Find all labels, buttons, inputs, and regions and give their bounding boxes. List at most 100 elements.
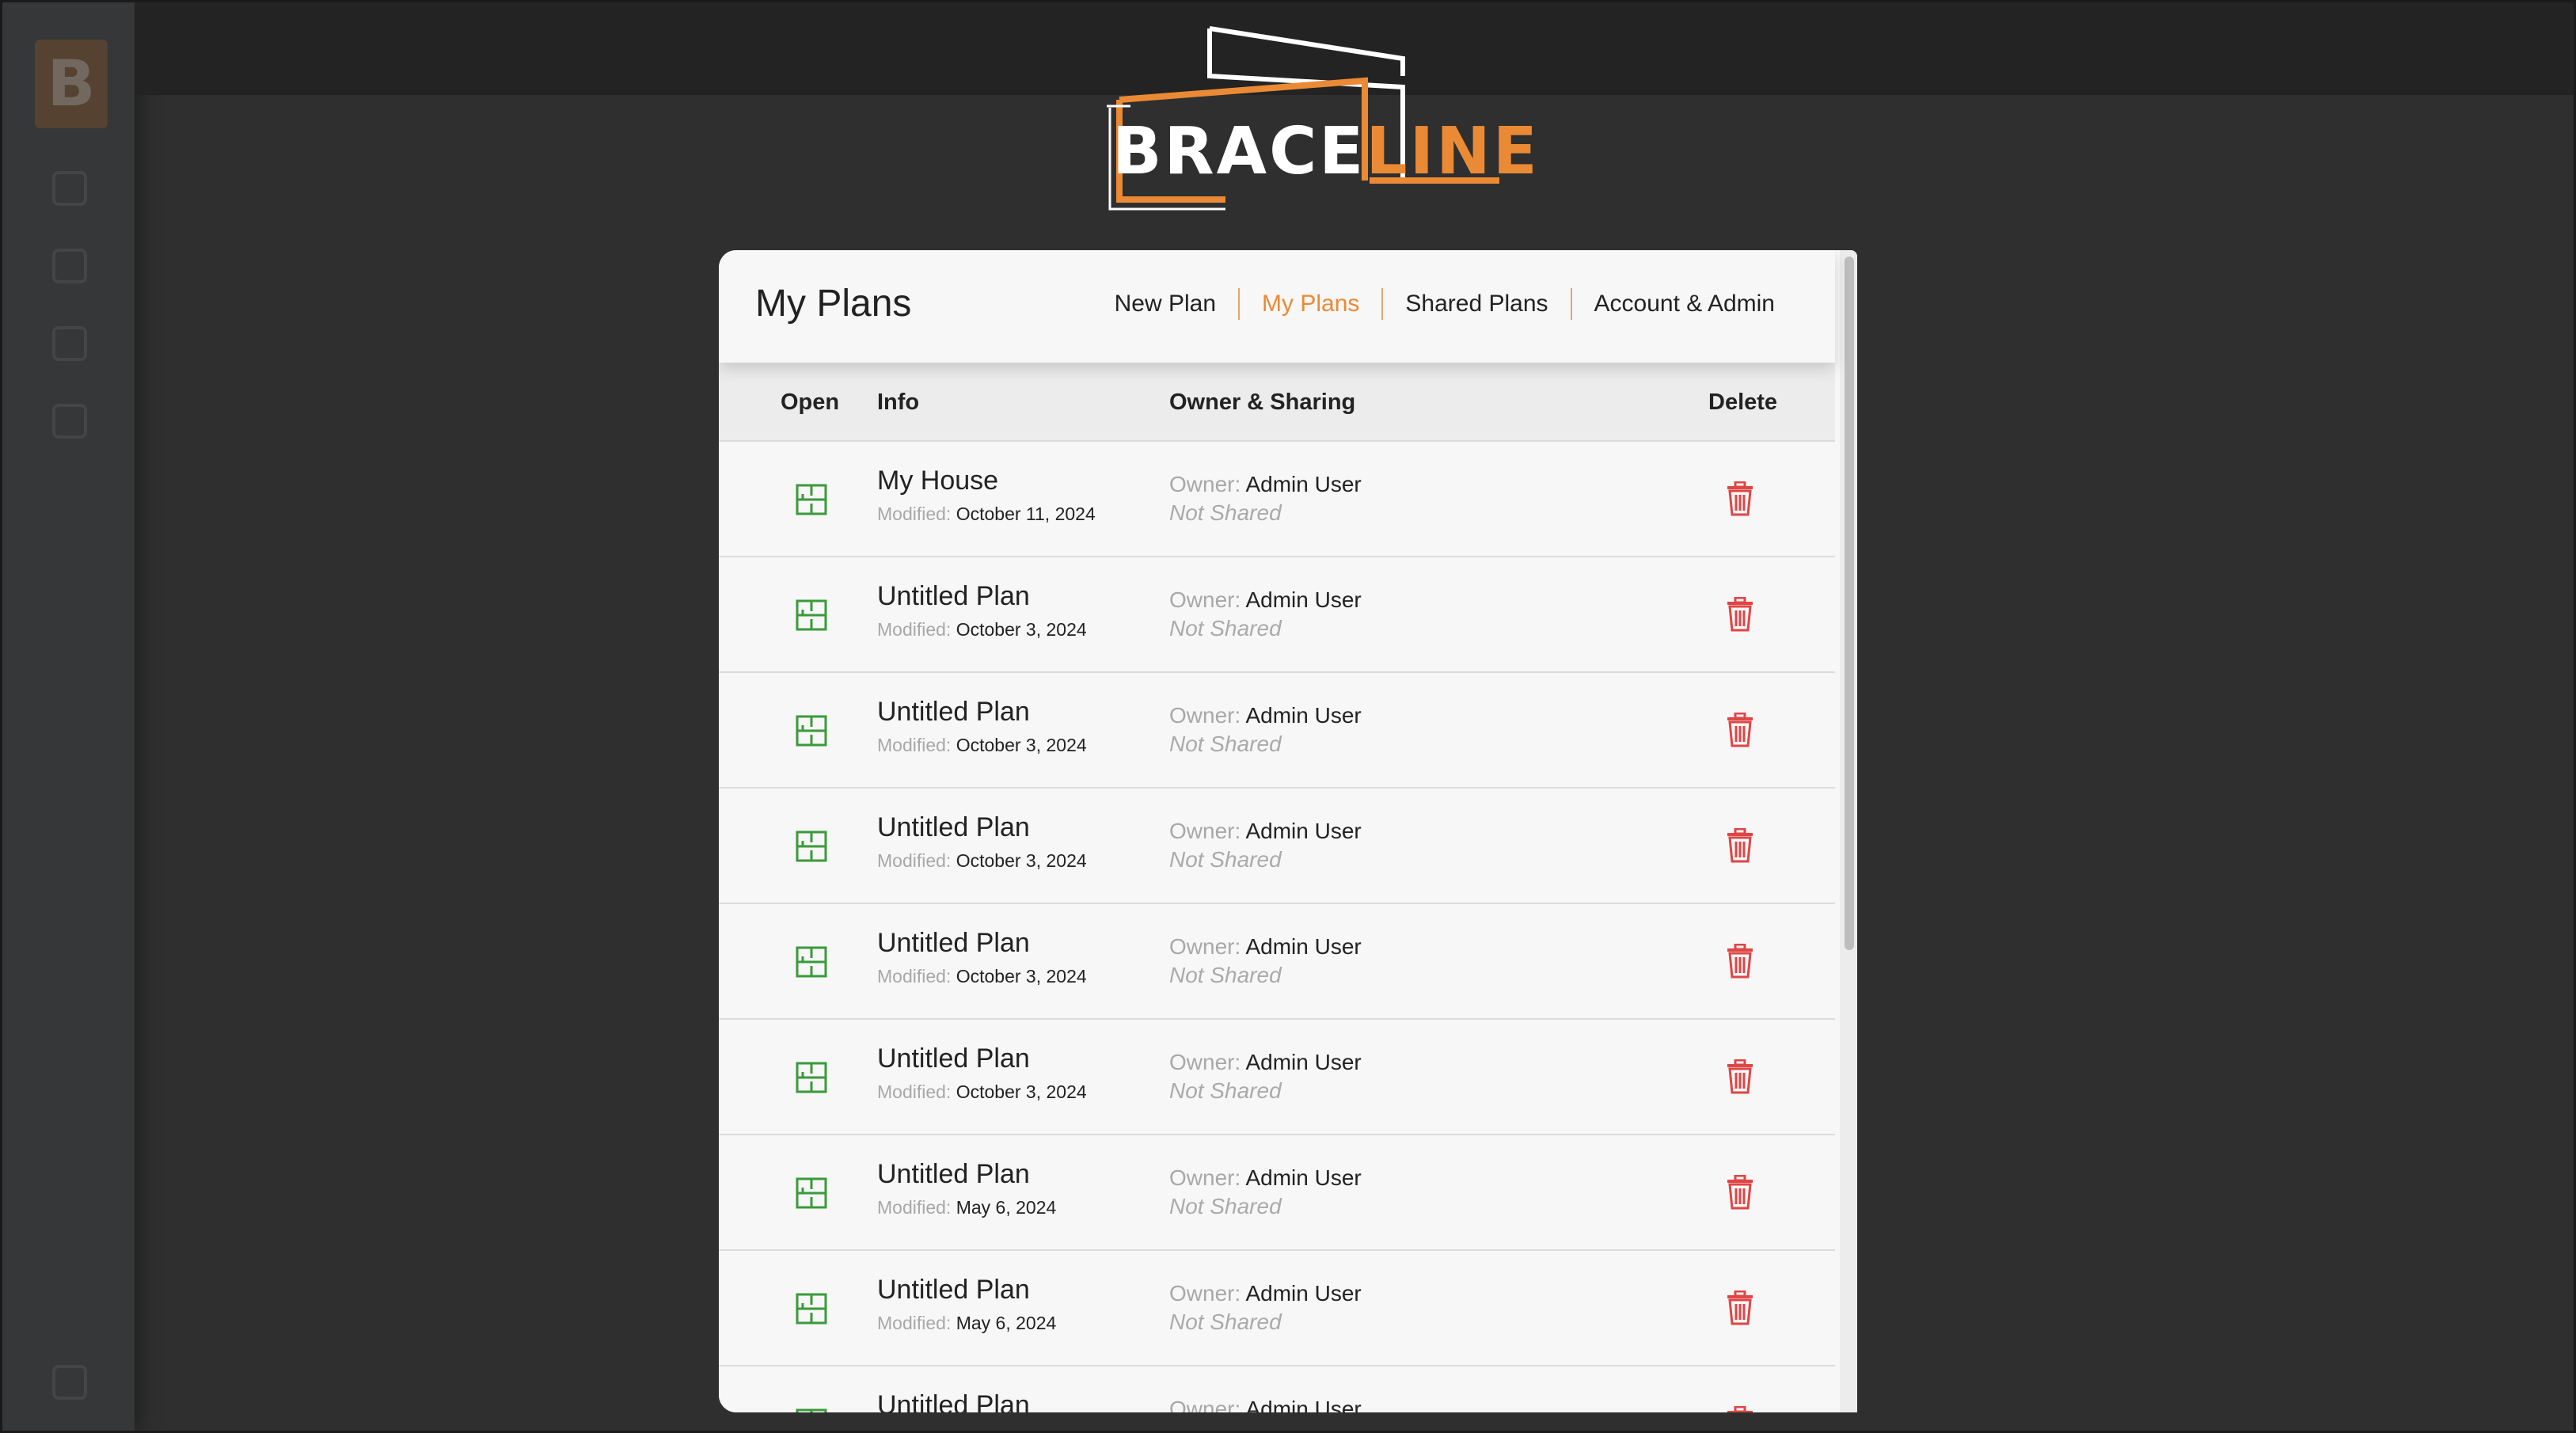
owner-name: Admin User	[1245, 819, 1362, 843]
plan-name[interactable]: Untitled Plan	[877, 697, 1030, 728]
owner-label: Owner:	[1169, 1165, 1241, 1190]
nav-new-plan[interactable]: New Plan	[1092, 291, 1238, 317]
scrollbar[interactable]	[1840, 250, 1857, 1412]
table-row: Untitled Plan Modified: May 6, 2024 Owner:…	[719, 1251, 1835, 1366]
sharing-status: Not Shared	[1169, 732, 1282, 756]
plan-name[interactable]: Untitled Plan	[877, 1390, 1030, 1412]
trash-icon[interactable]	[1726, 1059, 1754, 1094]
plan-name[interactable]: Untitled Plan	[877, 812, 1030, 843]
owner-name: Admin User	[1245, 1165, 1362, 1190]
table-row: My House Modified: October 11, 2024 Owner:…	[719, 442, 1835, 557]
trash-icon[interactable]	[1726, 1405, 1754, 1412]
plan-owner: Owner: Admin User	[1169, 472, 1362, 497]
owner-name: Admin User	[1245, 472, 1362, 496]
plan-modified: Modified: May 6, 2024	[877, 1197, 1056, 1218]
plan-name[interactable]: Untitled Plan	[877, 581, 1030, 612]
plan-owner: Owner: Admin User	[1169, 1165, 1362, 1191]
nav-account-admin[interactable]: Account & Admin	[1572, 291, 1797, 317]
owner-label: Owner:	[1169, 1281, 1241, 1306]
sharing-status: Not Shared	[1169, 500, 1282, 525]
floorplan-icon[interactable]	[795, 1292, 828, 1325]
sidebar-pin-icon[interactable]	[52, 249, 87, 283]
plans-nav: New Plan My Plans Shared Plans Account &…	[1092, 288, 1797, 320]
plan-modified: Modified: October 3, 2024	[877, 619, 1087, 640]
trash-icon[interactable]	[1726, 827, 1754, 863]
owner-label: Owner:	[1169, 1050, 1241, 1074]
modified-label: Modified:	[877, 1081, 952, 1102]
owner-label: Owner:	[1169, 1397, 1241, 1412]
table-row: Untitled Plan Modified: October 3, 2024 Ow…	[719, 557, 1835, 673]
floorplan-icon[interactable]	[795, 945, 828, 979]
modified-label: Modified:	[877, 504, 952, 524]
sharing-status: Not Shared	[1169, 963, 1282, 987]
plan-name[interactable]: Untitled Plan	[877, 1159, 1030, 1190]
floorplan-icon[interactable]	[795, 1408, 828, 1412]
modified-label: Modified:	[877, 619, 952, 640]
plan-modified: Modified: October 3, 2024	[877, 850, 1087, 872]
owner-name: Admin User	[1245, 1397, 1362, 1412]
modified-date: October 3, 2024	[956, 619, 1087, 640]
modified-date: October 3, 2024	[956, 735, 1087, 755]
sharing-status: Not Shared	[1169, 1078, 1282, 1103]
plan-modified: Modified: May 6, 2024	[877, 1313, 1056, 1334]
trash-icon[interactable]	[1726, 596, 1754, 632]
table-row: Untitled Plan Owner: Admin User	[719, 1366, 1835, 1412]
plan-owner: Owner: Admin User	[1169, 1281, 1362, 1306]
plan-owner: Owner: Admin User	[1169, 703, 1362, 728]
sidebar-logo[interactable]: B	[35, 40, 108, 128]
trash-icon[interactable]	[1726, 1290, 1754, 1325]
modified-label: Modified:	[877, 966, 952, 986]
brand-word-part2: LINE	[1366, 114, 1540, 189]
sidebar-tool-icon[interactable]	[52, 404, 87, 439]
nav-shared-plans[interactable]: Shared Plans	[1383, 291, 1570, 317]
sharing-status: Not Shared	[1169, 847, 1282, 872]
trash-icon[interactable]	[1726, 712, 1754, 747]
brand-word-part1: BRACE	[1112, 114, 1366, 189]
plans-card: My Plans New Plan My Plans Shared Plans …	[719, 250, 1857, 1412]
plan-name[interactable]: Untitled Plan	[877, 1275, 1030, 1306]
modified-date: May 6, 2024	[956, 1197, 1057, 1218]
column-header-info: Info	[877, 390, 920, 415]
braceline-logo: BRACELINE	[1069, 19, 1537, 217]
plan-name[interactable]: Untitled Plan	[877, 1043, 1030, 1074]
trash-icon[interactable]	[1726, 1174, 1754, 1210]
modified-date: October 3, 2024	[956, 850, 1087, 871]
floorplan-icon[interactable]	[795, 830, 828, 863]
brand-wordmark: BRACELINE	[1112, 114, 1540, 189]
sharing-status: Not Shared	[1169, 1194, 1282, 1218]
sharing-status: Not Shared	[1169, 616, 1282, 640]
owner-label: Owner:	[1169, 472, 1241, 496]
owner-name: Admin User	[1245, 1281, 1362, 1306]
plan-owner: Owner: Admin User	[1169, 819, 1362, 844]
sidebar-grid-icon[interactable]	[52, 326, 87, 361]
modified-date: October 3, 2024	[956, 966, 1087, 986]
floorplan-icon[interactable]	[795, 599, 828, 632]
floorplan-icon[interactable]	[795, 714, 828, 747]
plan-owner: Owner: Admin User	[1169, 587, 1362, 613]
owner-name: Admin User	[1245, 703, 1362, 728]
modified-date: May 6, 2024	[956, 1313, 1057, 1333]
modified-date: October 3, 2024	[956, 1081, 1087, 1102]
plan-owner: Owner: Admin User	[1169, 1397, 1362, 1412]
trash-icon[interactable]	[1726, 943, 1754, 979]
floorplan-icon[interactable]	[795, 1061, 828, 1094]
owner-label: Owner:	[1169, 819, 1241, 843]
owner-label: Owner:	[1169, 934, 1241, 959]
plan-modified: Modified: October 3, 2024	[877, 1081, 1087, 1103]
modified-label: Modified:	[877, 1197, 952, 1218]
table-header: Open Info Owner & Sharing Delete	[719, 363, 1835, 442]
owner-name: Admin User	[1245, 934, 1362, 959]
floorplan-icon[interactable]	[795, 1176, 828, 1210]
sidebar-home-icon[interactable]	[52, 171, 87, 206]
sidebar-settings-icon[interactable]	[52, 1365, 87, 1400]
plan-name[interactable]: My House	[877, 466, 998, 496]
floorplan-icon[interactable]	[795, 483, 828, 516]
trash-icon[interactable]	[1726, 481, 1754, 516]
nav-my-plans[interactable]: My Plans	[1240, 291, 1381, 317]
table-row: Untitled Plan Modified: October 3, 2024 Ow…	[719, 904, 1835, 1020]
owner-label: Owner:	[1169, 587, 1241, 612]
plan-name[interactable]: Untitled Plan	[877, 928, 1030, 959]
scrollbar-thumb[interactable]	[1845, 257, 1854, 950]
sidebar: B	[0, 0, 135, 1433]
plan-modified: Modified: October 3, 2024	[877, 735, 1087, 756]
